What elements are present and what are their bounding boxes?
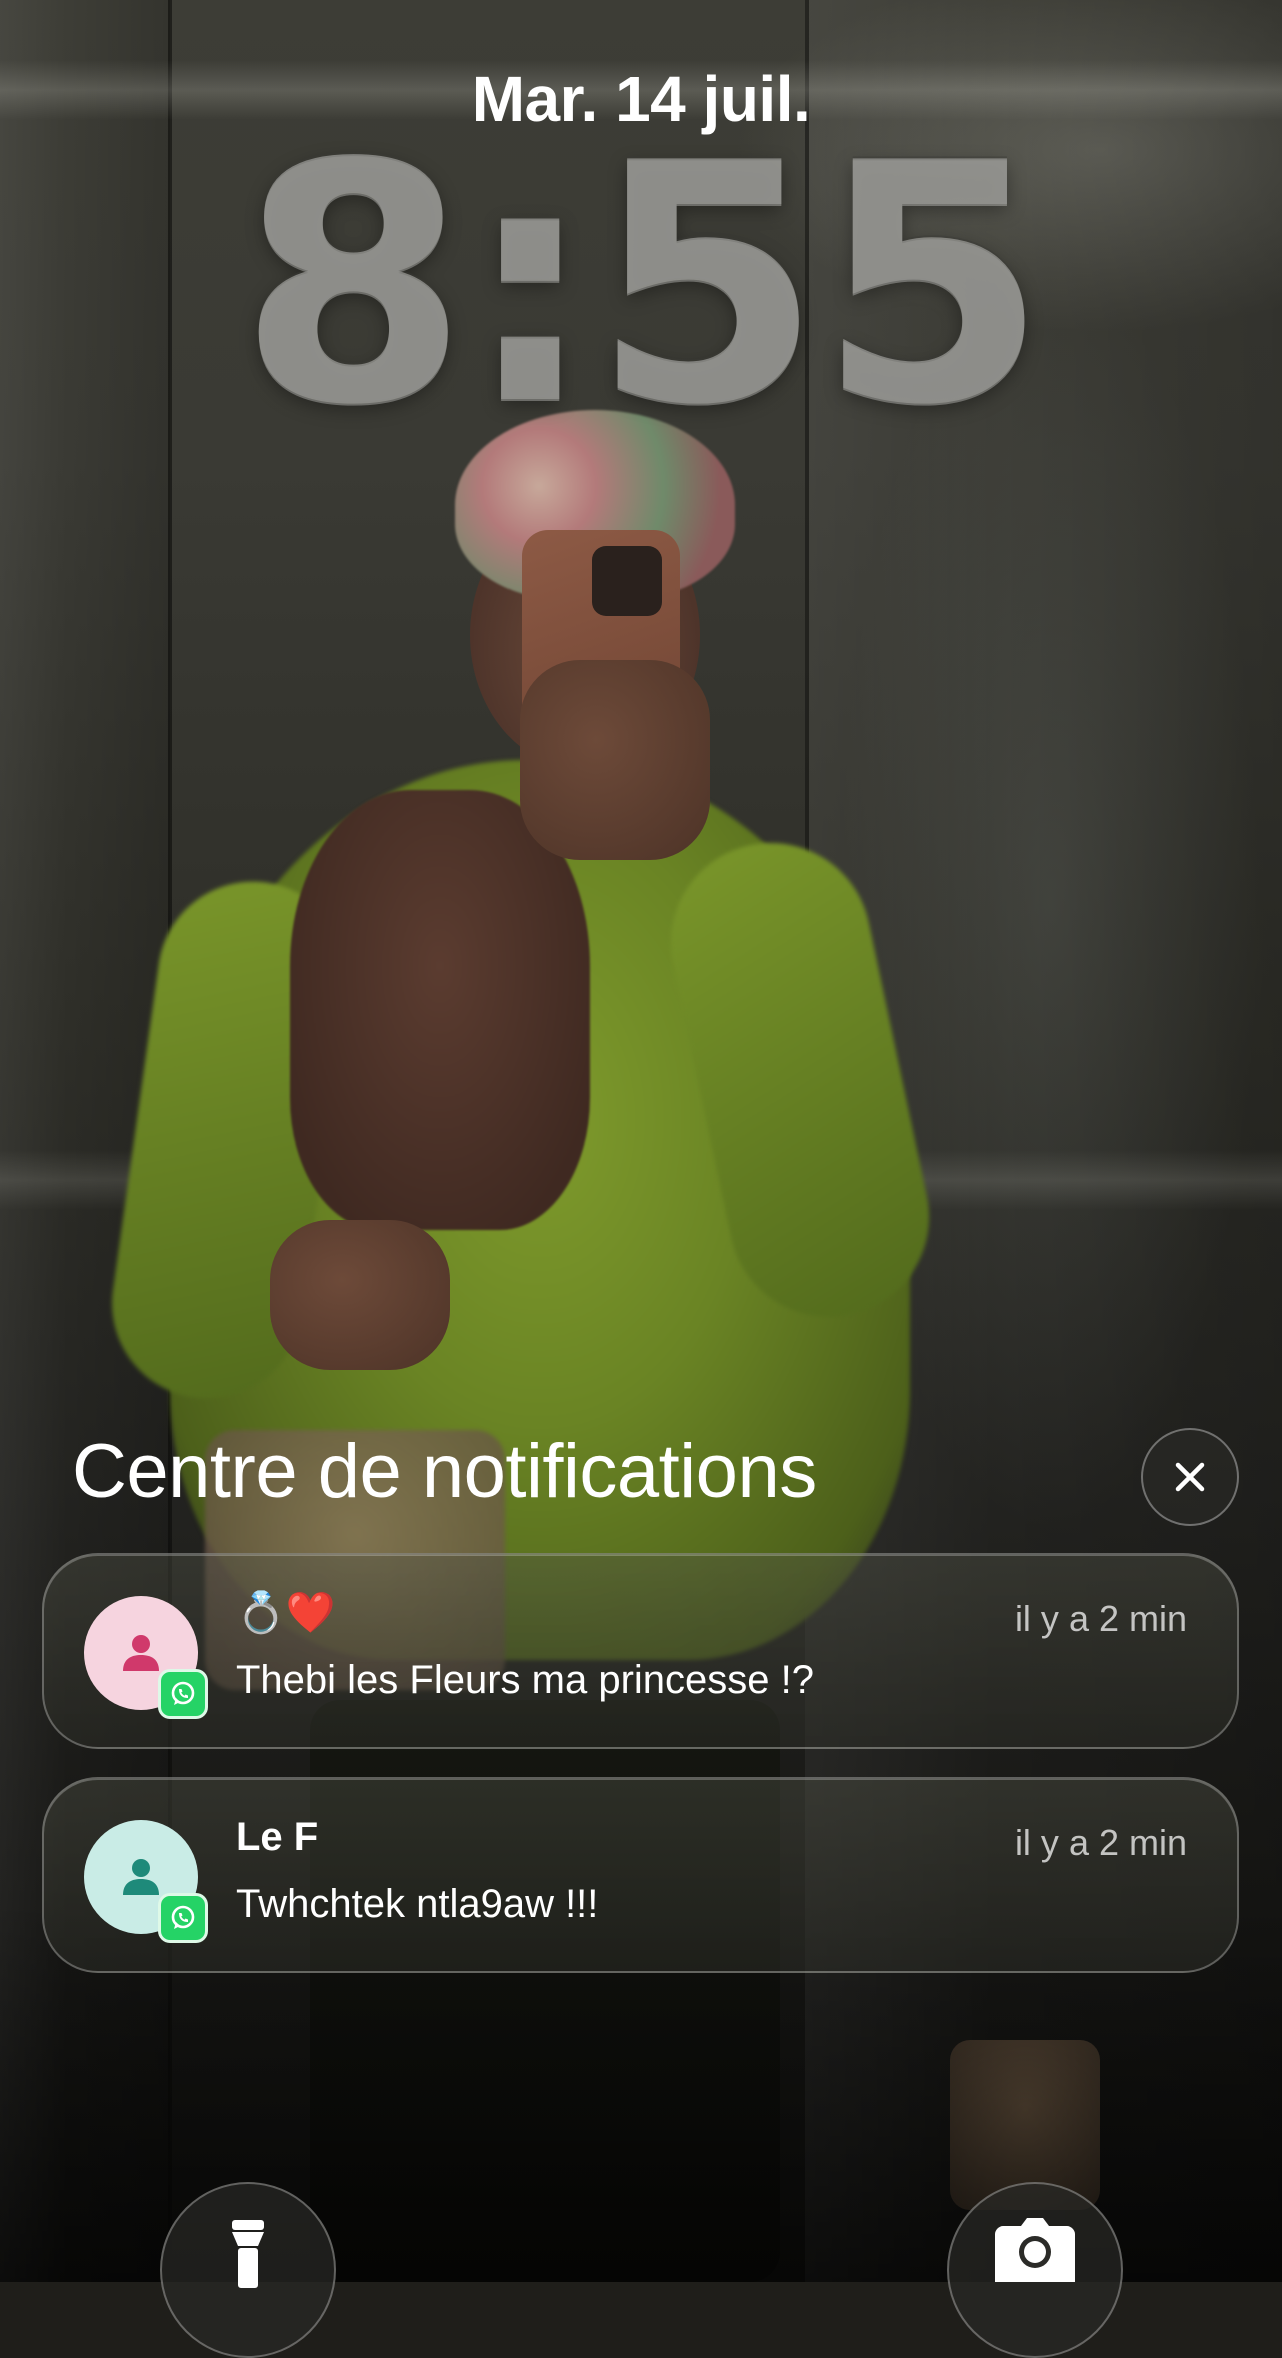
- whatsapp-badge: [158, 1893, 208, 1943]
- camera-button[interactable]: [947, 2182, 1123, 2358]
- flashlight-button[interactable]: [160, 2182, 336, 2358]
- notification-time: il y a 2 min: [1014, 1822, 1187, 1863]
- figure-top: [290, 790, 590, 1230]
- flashlight-icon: [232, 2220, 264, 2288]
- lockscreen-clock: 8:55: [238, 93, 1048, 477]
- notification-center-title: Centre de notifications: [72, 1429, 817, 1514]
- camera-icon-wrap: [949, 2218, 1121, 2282]
- notification-card[interactable]: 💍❤️ il y a 2 min Thebi les Fleurs ma pri…: [42, 1553, 1239, 1749]
- camera-icon: [995, 2218, 1075, 2282]
- clear-notifications-button[interactable]: [1141, 1428, 1239, 1526]
- notification-sender: Le F: [236, 1815, 319, 1859]
- person-icon: [123, 1635, 159, 1671]
- whatsapp-badge: [158, 1669, 208, 1719]
- whatsapp-icon: [171, 1905, 195, 1929]
- notification-message: Twhchtek ntla9aw !!!: [236, 1882, 599, 1926]
- notification-card[interactable]: Le F il y a 2 min Twhchtek ntla9aw !!!: [42, 1777, 1239, 1973]
- notification-sender: 💍❤️: [236, 1591, 336, 1635]
- notification-message: Thebi les Fleurs ma princesse !?: [236, 1658, 815, 1702]
- person-icon: [123, 1859, 159, 1895]
- flashlight-icon-wrap: [162, 2218, 334, 2288]
- whatsapp-icon: [171, 1681, 195, 1705]
- figure-hand: [270, 1220, 450, 1370]
- notification-time: il y a 2 min: [1014, 1598, 1187, 1639]
- figure-phone-camera: [592, 546, 662, 616]
- close-icon: [1175, 1462, 1205, 1492]
- figure-hand: [520, 660, 710, 860]
